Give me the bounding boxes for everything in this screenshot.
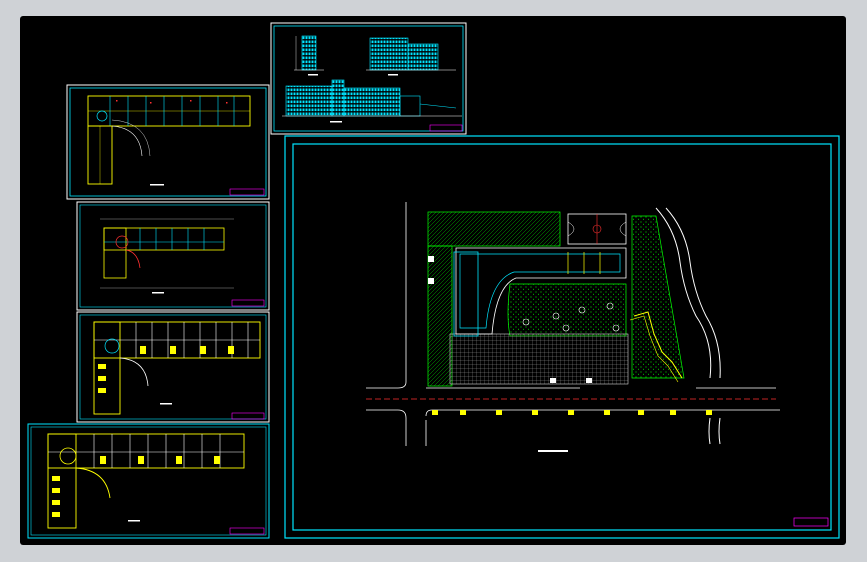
long-elevation [282,79,462,123]
title-block [231,412,265,420]
title-block [429,124,463,132]
lawn-north [427,211,561,247]
basketball-court [567,213,627,245]
side-elevation [294,35,324,76]
title-block [793,517,829,527]
plaza [449,333,629,385]
street-trees [432,410,712,415]
front-elevation-small [366,37,456,76]
title-block [229,188,265,196]
floor-plan-sheet-c[interactable] [27,423,270,539]
roof-plan-sheet[interactable] [66,84,270,200]
floor-plan-sheet-a[interactable] [76,201,270,311]
floor-plan-sheet-b[interactable] [76,311,270,423]
roof-stripes [567,252,601,274]
site-plan-sheet[interactable] [284,135,840,539]
site-plan-label [538,450,568,452]
garden [507,283,627,337]
green-strip [631,215,685,379]
title-block [229,527,265,535]
title-block [231,299,265,307]
elevation-sheet[interactable] [270,22,467,135]
drawing-canvas[interactable] [20,16,846,545]
cad-model-space[interactable] [20,16,846,545]
building-wing [453,251,479,337]
lawn-west [427,245,453,387]
